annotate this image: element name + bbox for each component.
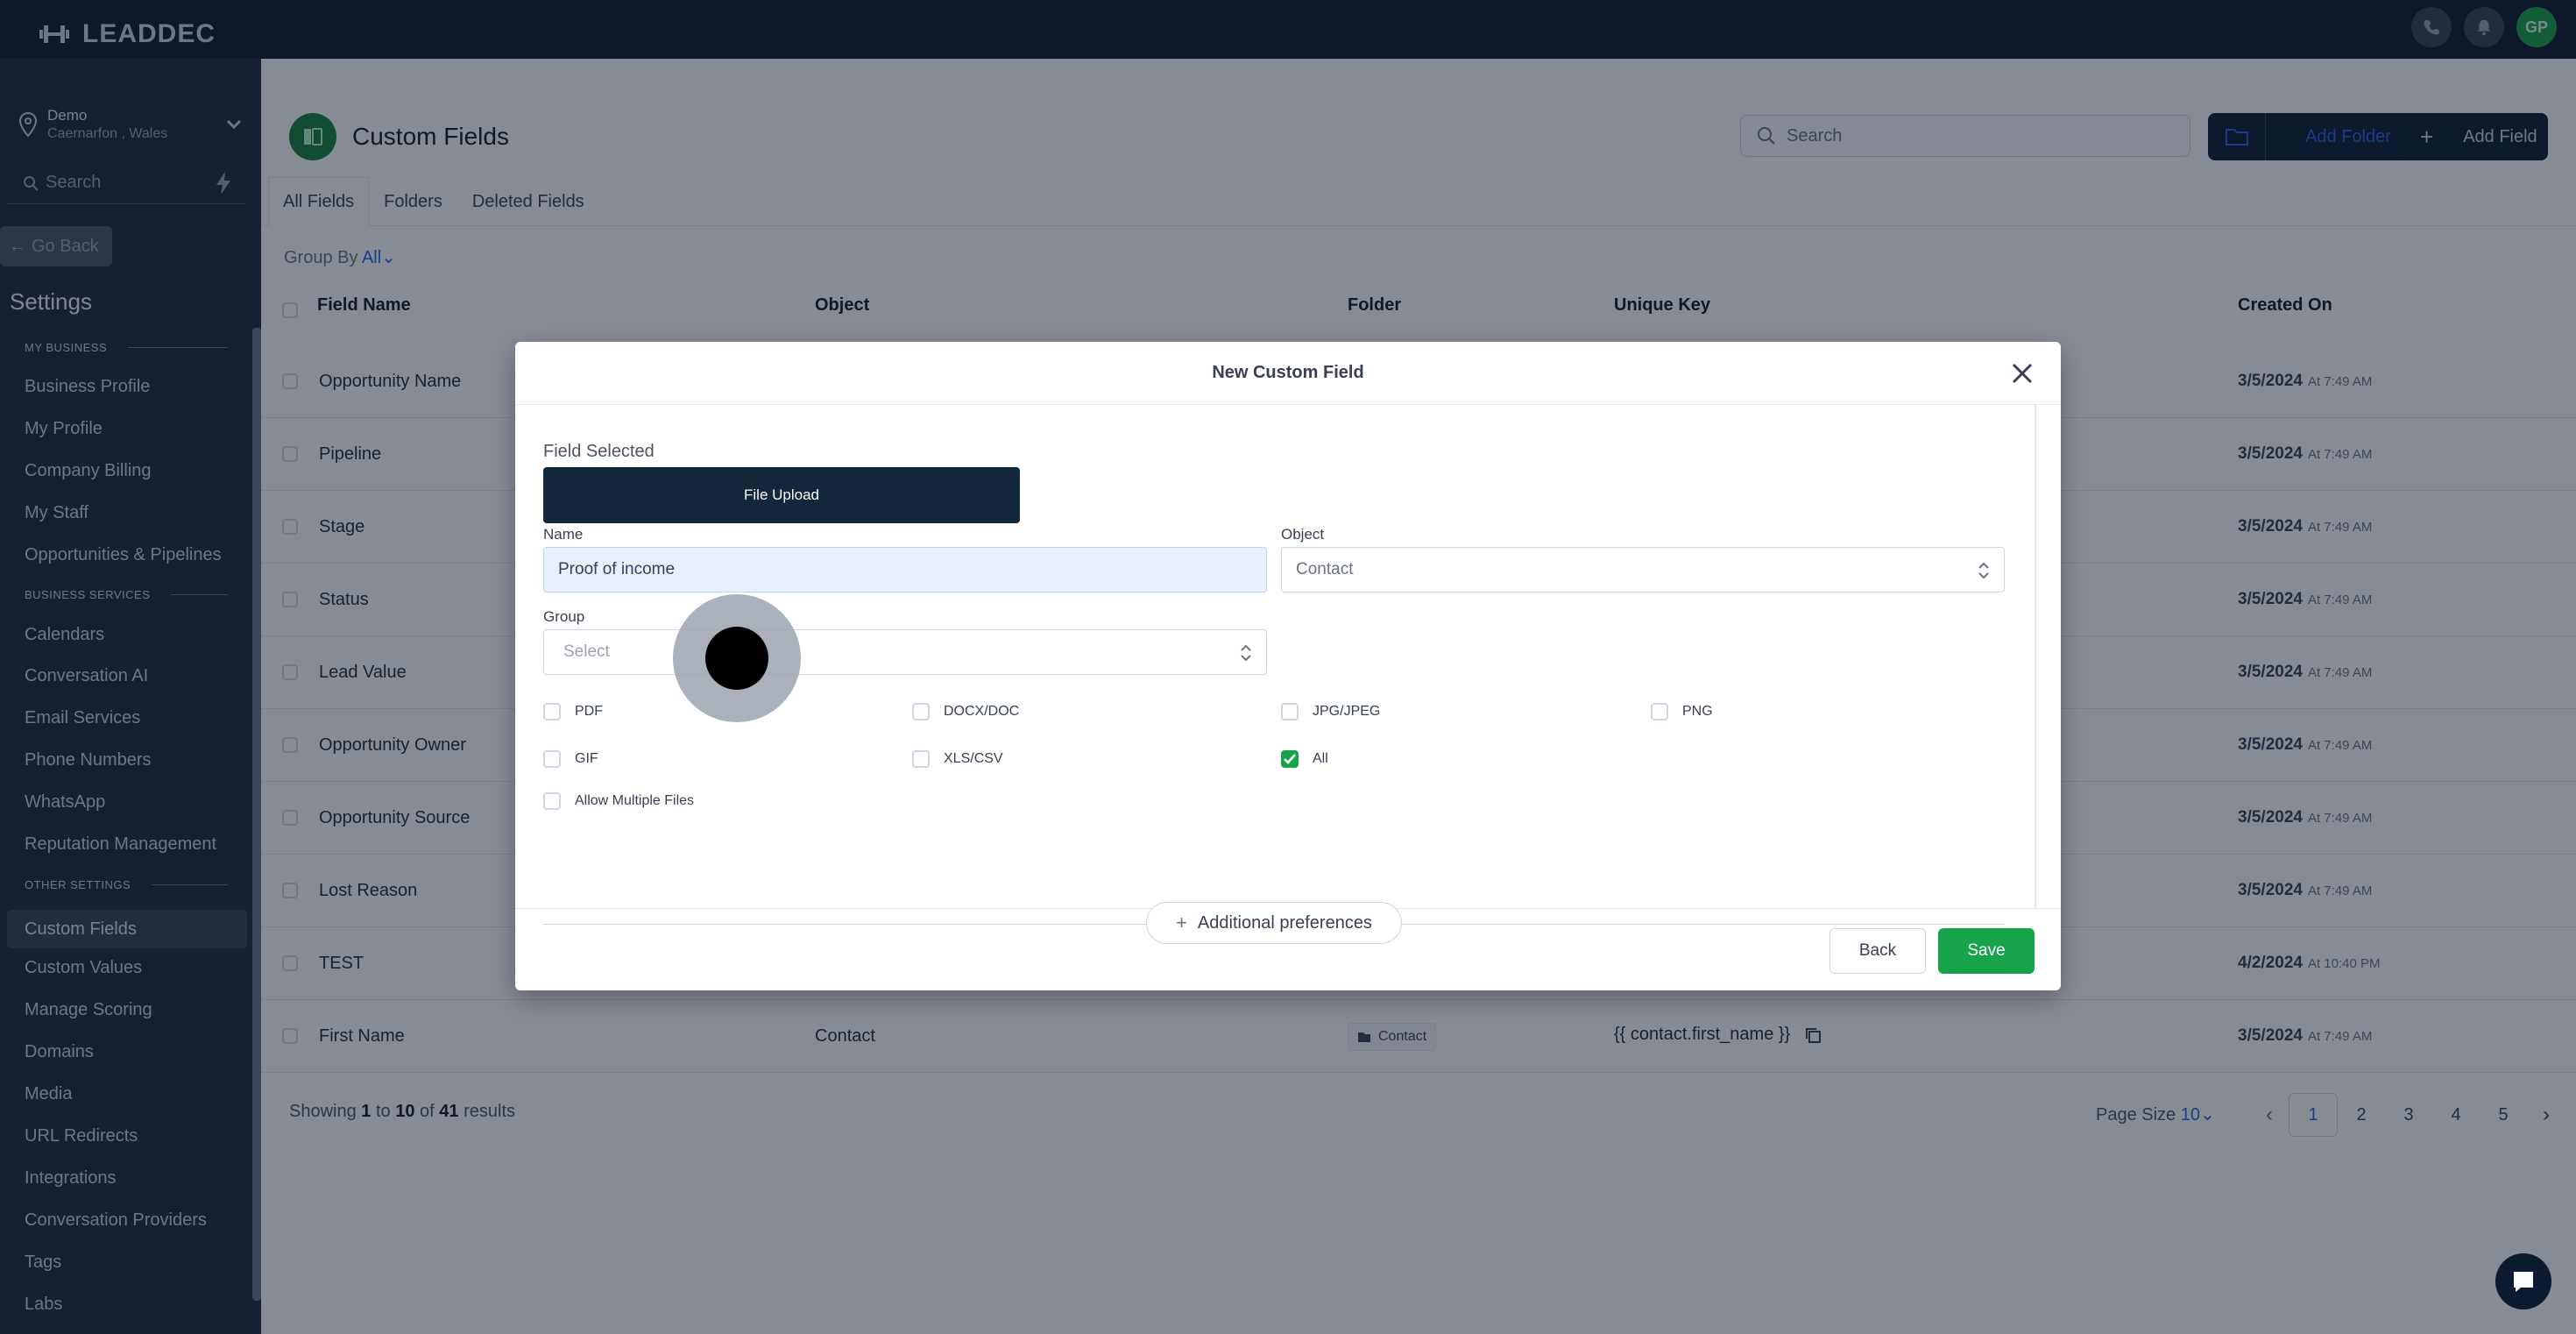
chat-widget-button[interactable] bbox=[2495, 1253, 2551, 1309]
modal-footer: Back Save bbox=[515, 909, 2061, 990]
checkbox-box[interactable] bbox=[1281, 703, 1299, 720]
checkbox-box[interactable] bbox=[543, 750, 561, 768]
modal-header: New Custom Field bbox=[515, 342, 2061, 405]
back-button[interactable]: Back bbox=[1829, 928, 1926, 974]
check-icon bbox=[1284, 754, 1296, 764]
checkbox-box-checked[interactable] bbox=[1281, 750, 1299, 768]
filetype-gif-checkbox[interactable]: GIF bbox=[543, 750, 598, 768]
filetype-pdf-checkbox[interactable]: PDF bbox=[543, 703, 603, 720]
name-label: Name bbox=[543, 526, 584, 543]
checkbox-box[interactable] bbox=[543, 792, 561, 810]
filetype-xls-checkbox[interactable]: XLS/CSV bbox=[912, 750, 1003, 768]
checkbox-box[interactable] bbox=[543, 703, 561, 720]
checkbox-box[interactable] bbox=[912, 750, 930, 768]
checkbox-box[interactable] bbox=[912, 703, 930, 720]
chat-icon bbox=[2514, 1272, 2533, 1292]
filetype-jpg-checkbox[interactable]: JPG/JPEG bbox=[1281, 703, 1380, 720]
modal-scrollbar[interactable] bbox=[2035, 405, 2036, 909]
name-input[interactable]: Proof of income bbox=[543, 547, 1267, 592]
filetype-png-checkbox[interactable]: PNG bbox=[1651, 703, 1713, 720]
group-select[interactable]: Select bbox=[543, 629, 1267, 675]
object-select[interactable]: Contact bbox=[1281, 547, 2005, 592]
filetype-all-checkbox[interactable]: All bbox=[1281, 750, 1328, 768]
chevron-updown-icon bbox=[1978, 562, 1989, 579]
object-value: Contact bbox=[1296, 560, 1354, 578]
allow-multiple-files-checkbox[interactable]: Allow Multiple Files bbox=[543, 792, 694, 810]
save-button[interactable]: Save bbox=[1938, 928, 2035, 974]
checkbox-box[interactable] bbox=[1651, 703, 1668, 720]
filetype-docx-checkbox[interactable]: DOCX/DOC bbox=[912, 703, 1019, 720]
group-placeholder: Select bbox=[563, 642, 610, 661]
touch-cursor-indicator bbox=[673, 594, 801, 722]
object-label: Object bbox=[1281, 526, 1325, 543]
field-type-file-upload[interactable]: File Upload bbox=[543, 467, 1020, 523]
close-icon[interactable] bbox=[2010, 361, 2035, 386]
field-selected-label: Field Selected bbox=[543, 442, 655, 461]
modal-title: New Custom Field bbox=[1212, 363, 1364, 382]
group-label: Group bbox=[543, 608, 585, 625]
chevron-updown-icon bbox=[1241, 644, 1251, 662]
